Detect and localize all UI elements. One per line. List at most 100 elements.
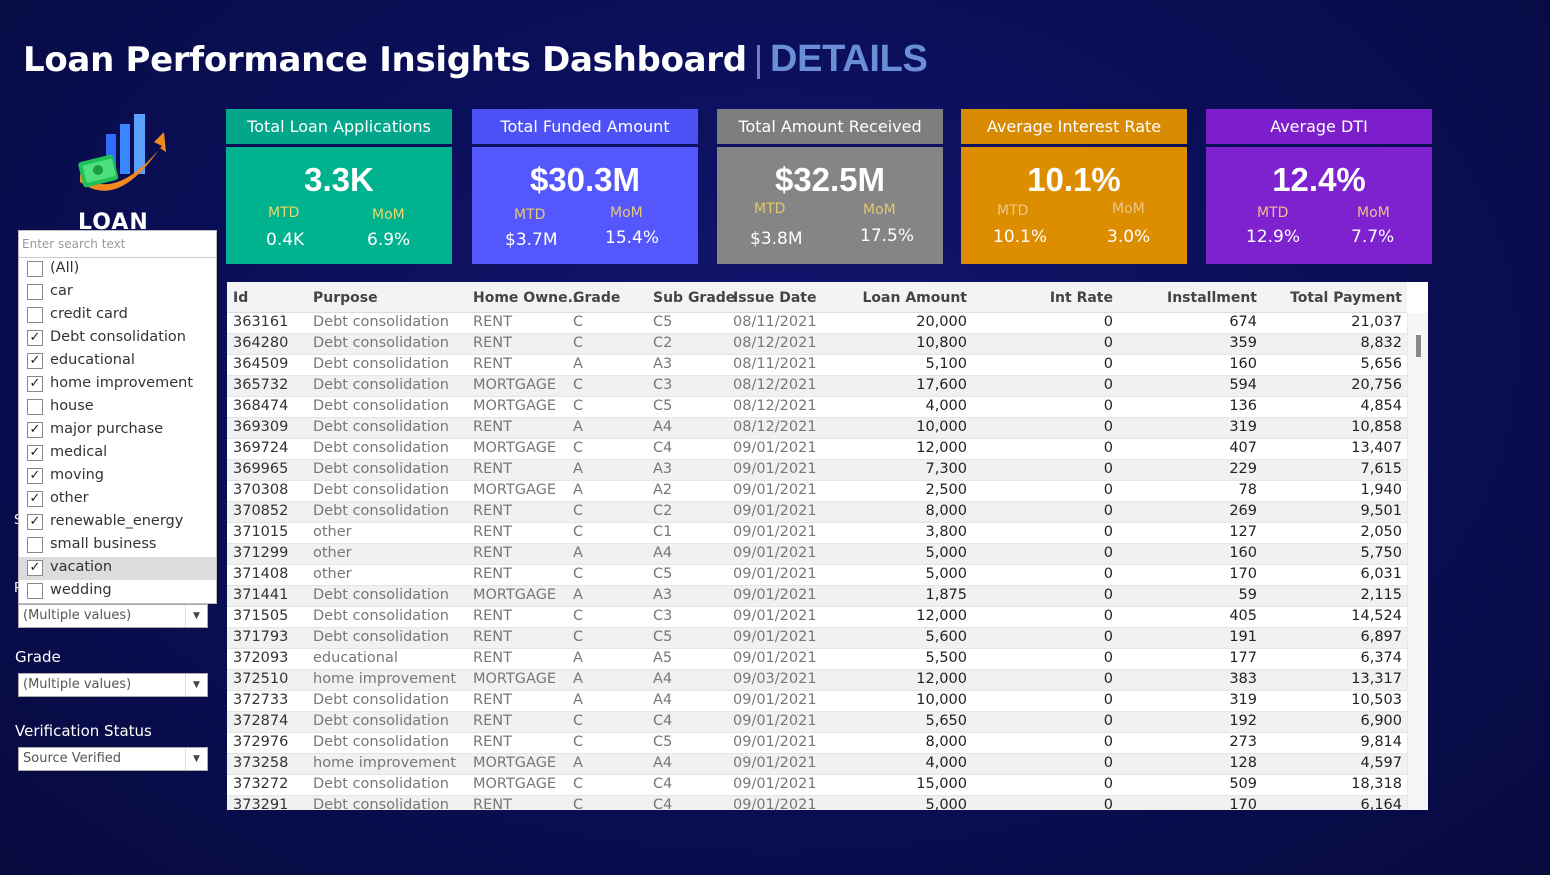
- column-header-issue-date[interactable]: Issue Date: [733, 290, 816, 306]
- checkbox[interactable]: ✓: [27, 330, 43, 346]
- checkbox[interactable]: [27, 307, 43, 323]
- cell-grade: A: [573, 587, 583, 603]
- table-row[interactable]: 373291 Debt consolidation RENT C C4 09/01/202…: [227, 796, 1407, 810]
- table-row[interactable]: 371015 other RENT C C1 09/01/2021 3,800 0 127 2,0…: [227, 523, 1407, 544]
- cell-issue-date: 09/01/2021: [733, 524, 817, 540]
- checkbox[interactable]: [27, 583, 43, 599]
- table-row[interactable]: 364280 Debt consolidation RENT C C2 08/12/202…: [227, 334, 1407, 355]
- column-header-loan-amount[interactable]: Loan Amount: [863, 290, 968, 306]
- purpose-option[interactable]: ✓ educational: [19, 350, 216, 373]
- kpi-value: 3.3K: [304, 161, 374, 198]
- cell-sub-grade: C3: [653, 377, 673, 393]
- purpose-filter-select[interactable]: (Multiple values) ▼: [18, 604, 208, 628]
- table-row[interactable]: 373258 home improvement MORTGAGE A A4 09/01/2…: [227, 754, 1407, 775]
- chevron-down-icon[interactable]: ▼: [185, 674, 207, 696]
- table-row[interactable]: 369724 Debt consolidation MORTGAGE C C4 09/01…: [227, 439, 1407, 460]
- table-row[interactable]: 372510 home improvement MORTGAGE A A4 09/03/2…: [227, 670, 1407, 691]
- kpi-mtd-value: $3.8M: [750, 229, 803, 249]
- checkbox[interactable]: ✓: [27, 445, 43, 461]
- purpose-option[interactable]: house: [19, 396, 216, 419]
- cell-loan-amount: 4,000: [925, 755, 967, 771]
- checkbox[interactable]: [27, 261, 43, 277]
- verification-filter-select[interactable]: Source Verified ▼: [18, 747, 208, 771]
- cell-sub-grade: A4: [653, 545, 673, 561]
- table-row[interactable]: 363161 Debt consolidation RENT C C5 08/11/202…: [227, 313, 1407, 334]
- table-row[interactable]: 371505 Debt consolidation RENT C C3 09/01/202…: [227, 607, 1407, 628]
- table-row[interactable]: 369309 Debt consolidation RENT A A4 08/12/202…: [227, 418, 1407, 439]
- purpose-option[interactable]: small business: [19, 534, 216, 557]
- checkbox[interactable]: ✓: [27, 353, 43, 369]
- cell-purpose: Debt consolidation: [313, 398, 449, 414]
- kpi-mtd-label: MTD: [754, 201, 786, 217]
- purpose-option[interactable]: ✓ moving: [19, 465, 216, 488]
- table-row[interactable]: 373272 Debt consolidation MORTGAGE C C4 09/01…: [227, 775, 1407, 796]
- column-header-id[interactable]: Id: [233, 290, 248, 306]
- table-row[interactable]: 371299 other RENT A A4 09/01/2021 5,000 0 160 5,7…: [227, 544, 1407, 565]
- table-row[interactable]: 372976 Debt consolidation RENT C C5 09/01/202…: [227, 733, 1407, 754]
- table-row[interactable]: 368474 Debt consolidation MORTGAGE C C5 08/12…: [227, 397, 1407, 418]
- chevron-down-icon[interactable]: ▼: [185, 605, 207, 627]
- column-header-sub-grade[interactable]: Sub Grade: [653, 290, 735, 306]
- grade-filter-select[interactable]: (Multiple values) ▼: [18, 673, 208, 697]
- checkbox[interactable]: [27, 537, 43, 553]
- table-row[interactable]: 370852 Debt consolidation RENT C C2 09/01/202…: [227, 502, 1407, 523]
- table-row[interactable]: 369965 Debt consolidation RENT A A3 09/01/202…: [227, 460, 1407, 481]
- table-row[interactable]: 372733 Debt consolidation RENT A A4 09/01/202…: [227, 691, 1407, 712]
- checkbox[interactable]: ✓: [27, 468, 43, 484]
- table-row[interactable]: 372874 Debt consolidation RENT C C4 09/01/202…: [227, 712, 1407, 733]
- checkbox[interactable]: [27, 399, 43, 415]
- purpose-option[interactable]: ✓ vacation: [19, 557, 216, 580]
- table-scrollbar[interactable]: [1407, 313, 1428, 810]
- chevron-down-icon[interactable]: ▼: [185, 748, 207, 770]
- scrollbar-thumb[interactable]: [1416, 335, 1421, 357]
- table-row[interactable]: 364509 Debt consolidation RENT A A3 08/11/202…: [227, 355, 1407, 376]
- table-row[interactable]: 371793 Debt consolidation RENT C C5 09/01/202…: [227, 628, 1407, 649]
- column-header-home-ownership[interactable]: Home Owne..: [473, 290, 578, 306]
- cell-int-rate: 0: [1103, 545, 1113, 561]
- table-row[interactable]: 371408 other RENT C C5 09/01/2021 5,000 0 170 6,0…: [227, 565, 1407, 586]
- cell-id: 371505: [233, 608, 289, 624]
- kpi-mom-label: MoM: [1357, 205, 1390, 221]
- purpose-option[interactable]: wedding: [19, 580, 216, 603]
- checkbox[interactable]: ✓: [27, 422, 43, 438]
- purpose-search-input[interactable]: Enter search text: [19, 231, 216, 258]
- table-row[interactable]: 372093 educational RENT A A5 09/01/2021 5,500 0…: [227, 649, 1407, 670]
- purpose-option[interactable]: ✓ renewable_energy: [19, 511, 216, 534]
- purpose-filter-dropdown[interactable]: Enter search text (All) car credit card ✓ De…: [18, 230, 217, 604]
- cell-loan-amount: 5,000: [925, 797, 967, 810]
- column-header-int-rate[interactable]: Int Rate: [1050, 290, 1113, 306]
- column-header-purpose[interactable]: Purpose: [313, 290, 378, 306]
- cell-purpose: Debt consolidation: [313, 713, 449, 729]
- cell-installment: 160: [1229, 356, 1257, 372]
- checkbox[interactable]: ✓: [27, 376, 43, 392]
- table-row[interactable]: 370308 Debt consolidation MORTGAGE A A2 09/01…: [227, 481, 1407, 502]
- cell-purpose: Debt consolidation: [313, 314, 449, 330]
- cell-total-payment: 4,597: [1360, 755, 1402, 771]
- purpose-option[interactable]: ✓ Debt consolidation: [19, 327, 216, 350]
- cell-total-payment: 7,615: [1360, 461, 1402, 477]
- cell-home-ownership: MORTGAGE: [473, 776, 557, 792]
- checkbox[interactable]: ✓: [27, 560, 43, 576]
- purpose-option[interactable]: ✓ home improvement: [19, 373, 216, 396]
- checkbox[interactable]: ✓: [27, 514, 43, 530]
- column-header-total-payment[interactable]: Total Payment: [1290, 290, 1402, 306]
- cell-grade: C: [573, 398, 584, 414]
- purpose-option[interactable]: ✓ major purchase: [19, 419, 216, 442]
- table-row[interactable]: 365732 Debt consolidation MORTGAGE C C3 08/12…: [227, 376, 1407, 397]
- table-row[interactable]: 371441 Debt consolidation MORTGAGE A A3 09/01…: [227, 586, 1407, 607]
- cell-loan-amount: 10,800: [916, 335, 967, 351]
- cell-int-rate: 0: [1103, 377, 1113, 393]
- purpose-option[interactable]: (All): [19, 258, 216, 281]
- cell-issue-date: 09/01/2021: [733, 713, 817, 729]
- purpose-option[interactable]: ✓ other: [19, 488, 216, 511]
- checkbox[interactable]: ✓: [27, 491, 43, 507]
- purpose-option[interactable]: ✓ medical: [19, 442, 216, 465]
- purpose-option[interactable]: credit card: [19, 304, 216, 327]
- purpose-option[interactable]: car: [19, 281, 216, 304]
- column-header-installment[interactable]: Installment: [1167, 290, 1257, 306]
- cell-int-rate: 0: [1103, 440, 1113, 456]
- cell-int-rate: 0: [1103, 755, 1113, 771]
- column-header-grade[interactable]: Grade: [573, 290, 620, 306]
- checkbox[interactable]: [27, 284, 43, 300]
- cell-id: 365732: [233, 377, 289, 393]
